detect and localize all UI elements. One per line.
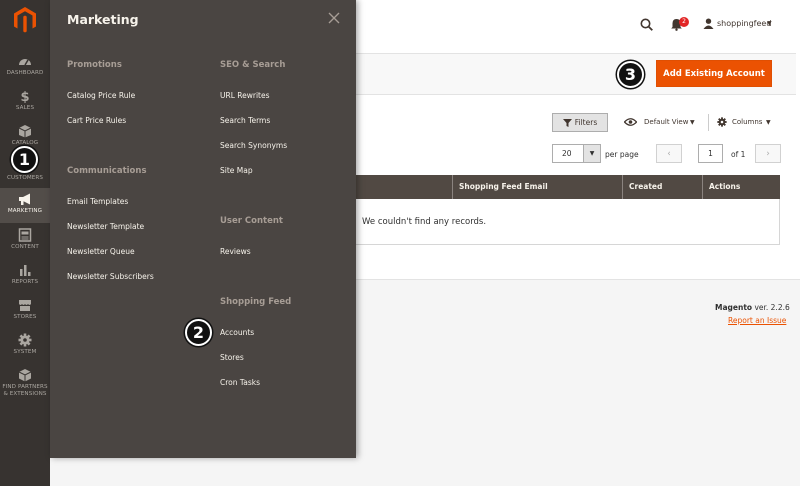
empty-grid-message: We couldn't find any records. [362,217,487,227]
sidebar-item-sales[interactable]: $ SALES [0,85,50,120]
sidebar-item-find-partners[interactable]: FIND PARTNERS & EXTENSIONS [0,364,50,404]
sidebar-item-stores[interactable]: STORES [0,294,50,329]
store-icon [19,300,31,311]
column-header-actions: Actions [702,175,780,199]
chevron-down-icon[interactable]: ▼ [584,144,601,163]
add-existing-account-button[interactable]: Add Existing Account [656,60,772,87]
footer-version-number: ver. 2.2.6 [752,303,790,312]
bar-chart-icon [20,265,31,276]
sidebar-item-marketing[interactable]: MARKETING [0,188,50,223]
chevron-down-icon[interactable]: ▼ [690,119,695,126]
user-icon[interactable] [703,18,714,29]
menu-link-accounts[interactable]: Accounts [220,328,254,337]
sidebar-item-label: MARKETING [7,208,43,214]
sidebar-item-content[interactable]: CONTENT [0,224,50,259]
menu-link-reviews[interactable]: Reviews [220,247,251,256]
user-menu[interactable]: shoppingfeed [717,19,771,28]
content-icon [18,228,32,242]
cube-icon [18,369,32,382]
section-title-promotions: Promotions [67,60,122,70]
search-icon[interactable] [640,18,653,31]
menu-link-newsletter-queue[interactable]: Newsletter Queue [67,247,135,256]
sidebar-item-dashboard[interactable]: DASHBOARD [0,50,50,85]
close-icon[interactable] [328,12,340,24]
section-title-user-content: User Content [220,216,283,226]
chevron-down-icon[interactable]: ▼ [766,119,771,126]
menu-link-newsletter-template[interactable]: Newsletter Template [67,222,144,231]
previous-page-button[interactable]: ‹ [656,144,682,163]
notification-badge: 2 [679,17,689,27]
menu-link-search-synonyms[interactable]: Search Synonyms [220,141,287,150]
sidebar-item-label: SALES [15,105,35,111]
section-title-seo-search: SEO & Search [220,60,286,70]
filters-label: Filters [574,118,598,127]
step-callout-2: 2 [185,319,212,346]
sidebar-item-label: STORES [13,314,37,320]
step-callout-3: 3 [617,61,644,88]
footer-version: Magento ver. 2.2.6 [715,303,790,312]
menu-link-cron-tasks[interactable]: Cron Tasks [220,378,260,387]
menu-link-catalog-price-rule[interactable]: Catalog Price Rule [67,91,135,100]
filters-button[interactable]: Filters [552,113,608,132]
gear-icon[interactable] [717,117,727,127]
per-page-label: per page [605,150,639,159]
menu-link-email-templates[interactable]: Email Templates [67,197,128,206]
box-icon [18,125,32,138]
magento-logo[interactable] [13,7,37,33]
flyout-title: Marketing [67,12,139,27]
column-header-created[interactable]: Created [622,175,702,199]
sidebar-item-label: CONTENT [11,244,39,250]
sidebar-item-label: CUSTOMERS [6,175,44,181]
next-page-button[interactable]: › [755,144,781,163]
gear-icon [18,333,32,347]
step-callout-1: 1 [11,146,38,173]
admin-sidebar: DASHBOARD $ SALES CATALOG CUSTOMERS MARK… [0,0,50,486]
megaphone-icon [19,193,30,205]
menu-link-search-terms[interactable]: Search Terms [220,116,270,125]
sidebar-item-label: SYSTEM [13,349,37,355]
chevron-down-icon[interactable]: ▼ [767,20,772,27]
section-title-shopping-feed: Shopping Feed [220,297,292,307]
sidebar-item-reports[interactable]: REPORTS [0,259,50,294]
page-number-input[interactable]: 1 [698,144,723,163]
sidebar-item-label-line2: & EXTENSIONS [3,390,47,397]
column-header-email[interactable]: Shopping Feed Email [452,175,622,199]
menu-link-stores[interactable]: Stores [220,353,244,362]
section-title-communications: Communications [67,166,147,176]
default-view-dropdown[interactable]: Default View [644,118,688,126]
sidebar-item-system[interactable]: SYSTEM [0,329,50,364]
marketing-flyout-menu: Marketing Promotions Catalog Price Rule … [50,0,356,458]
per-page-select[interactable]: 20 [552,144,584,163]
sidebar-item-label: DASHBOARD [6,70,44,76]
menu-link-url-rewrites[interactable]: URL Rewrites [220,91,270,100]
sidebar-item-label: REPORTS [11,279,39,285]
svg-text:$: $ [20,90,29,103]
columns-dropdown[interactable]: Columns [732,118,762,126]
eye-icon[interactable] [624,118,637,126]
footer-brand: Magento [715,303,753,312]
toolbar-divider [708,114,709,131]
report-issue-link[interactable]: Report an Issue [728,316,786,325]
dollar-icon: $ [20,90,29,103]
dashboard-icon [19,59,31,66]
menu-link-site-map[interactable]: Site Map [220,166,253,175]
filter-icon [562,118,572,127]
page-count-label: of 1 [731,150,746,159]
menu-link-newsletter-subscribers[interactable]: Newsletter Subscribers [67,272,154,281]
menu-link-cart-price-rules[interactable]: Cart Price Rules [67,116,126,125]
